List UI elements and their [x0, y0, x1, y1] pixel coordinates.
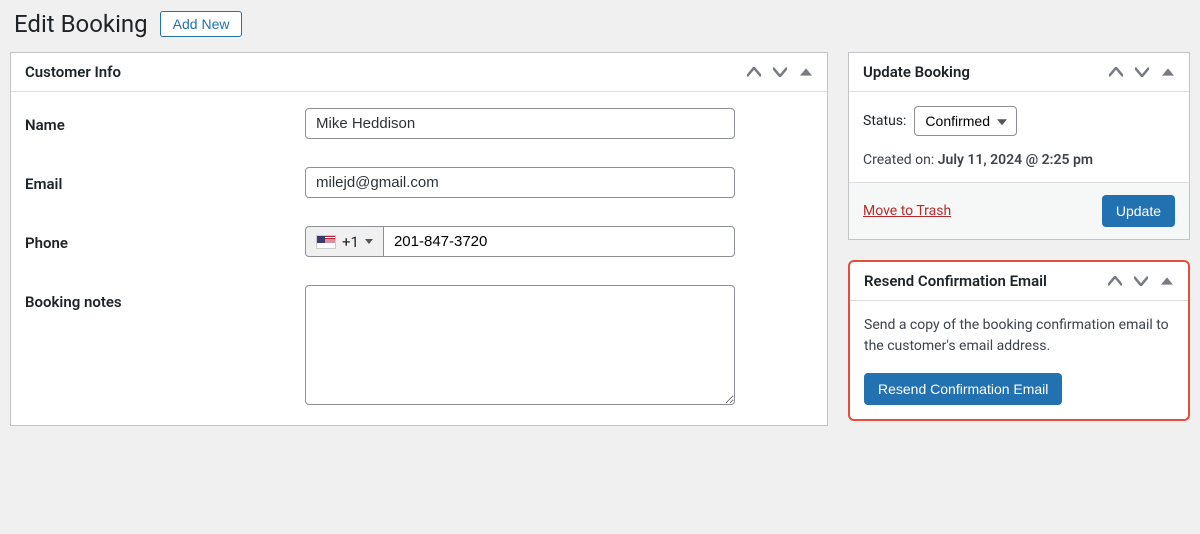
- toggle-panel-icon[interactable]: [1160, 274, 1174, 288]
- move-up-icon[interactable]: [1109, 65, 1123, 79]
- us-flag-icon: [316, 235, 336, 249]
- phone-country-selector[interactable]: +1: [305, 226, 383, 257]
- resend-email-button[interactable]: Resend Confirmation Email: [864, 373, 1062, 405]
- move-down-icon[interactable]: [1135, 65, 1149, 79]
- resend-email-title: Resend Confirmation Email: [864, 272, 1047, 290]
- move-down-icon[interactable]: [1134, 274, 1148, 288]
- notes-textarea[interactable]: [305, 285, 735, 405]
- name-input[interactable]: [305, 108, 735, 139]
- phone-prefix-text: +1: [342, 233, 359, 251]
- email-input[interactable]: [305, 167, 735, 198]
- customer-info-title: Customer Info: [25, 63, 121, 81]
- update-button[interactable]: Update: [1102, 195, 1175, 227]
- move-to-trash-link[interactable]: Move to Trash: [863, 203, 951, 219]
- customer-info-panel: Customer Info Name Email Phone: [10, 52, 828, 426]
- created-on-value: July 11, 2024 @ 2:25 pm: [938, 152, 1093, 168]
- notes-label: Booking notes: [25, 285, 305, 311]
- email-label: Email: [25, 167, 305, 193]
- move-up-icon[interactable]: [747, 65, 761, 79]
- toggle-panel-icon[interactable]: [799, 65, 813, 79]
- add-new-button[interactable]: Add New: [160, 11, 243, 37]
- update-booking-title: Update Booking: [863, 63, 970, 81]
- chevron-down-icon: [365, 239, 373, 244]
- page-title: Edit Booking: [14, 10, 148, 38]
- update-booking-panel: Update Booking Status: Confirmed: [848, 52, 1190, 240]
- move-down-icon[interactable]: [773, 65, 787, 79]
- phone-label: Phone: [25, 226, 305, 252]
- status-select[interactable]: Confirmed: [914, 106, 1017, 136]
- move-up-icon[interactable]: [1108, 274, 1122, 288]
- resend-email-panel: Resend Confirmation Email Send a copy of…: [848, 260, 1190, 421]
- toggle-panel-icon[interactable]: [1161, 65, 1175, 79]
- phone-input[interactable]: [383, 226, 735, 257]
- name-label: Name: [25, 108, 305, 134]
- created-on-label: Created on:: [863, 152, 938, 168]
- status-label: Status:: [863, 113, 906, 129]
- resend-email-description: Send a copy of the booking confirmation …: [864, 315, 1174, 357]
